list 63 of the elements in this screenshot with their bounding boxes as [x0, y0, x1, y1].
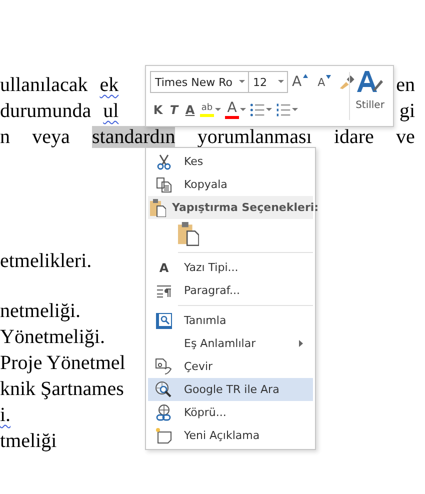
- highlight-button[interactable]: ab: [198, 99, 223, 121]
- underline-button[interactable]: A: [182, 99, 198, 121]
- translate-icon: [155, 358, 173, 376]
- menu-item[interactable]: Çevir: [148, 355, 313, 378]
- document-text: n: [0, 126, 10, 148]
- document-text: ek: [100, 74, 119, 96]
- menu-item[interactable]: Kopyala: [148, 173, 313, 196]
- caret-icon: [215, 108, 221, 112]
- menu-item[interactable]: Kes: [148, 150, 313, 173]
- menu-item[interactable]: A Yazı Tipi...: [148, 256, 313, 279]
- document-text: veya: [32, 126, 70, 148]
- clipboard-icon[interactable]: [178, 222, 199, 246]
- styles-button[interactable]: Stiller: [353, 66, 387, 126]
- menu-item[interactable]: Yeni Açıklama: [148, 424, 313, 447]
- menu-section-header: Yapıştırma Seçenekleri:: [171, 201, 319, 214]
- document-text: ve: [396, 126, 415, 148]
- menu-item[interactable]: Tanımla: [148, 309, 313, 332]
- document-text: ul: [103, 100, 119, 122]
- clipboard-icon: [150, 198, 166, 216]
- document-text: Yönetmeliği.: [0, 326, 105, 348]
- down-triangle-icon: [326, 75, 332, 79]
- document-text: netmeliği.: [0, 300, 81, 322]
- bullet-list-icon: [250, 103, 265, 117]
- caret-icon: [278, 80, 284, 84]
- document-text: durumunda: [0, 100, 92, 122]
- document-text: gi: [399, 100, 415, 122]
- menu-item[interactable]: Eş Anlamlılar: [148, 332, 313, 355]
- letter-a-icon: A: [159, 260, 169, 274]
- up-triangle-icon: [302, 74, 308, 78]
- caret-icon: [240, 108, 246, 112]
- caret-icon: [292, 108, 298, 112]
- styles-icon: [355, 70, 385, 94]
- book-search-icon: [156, 312, 172, 328]
- menu-item[interactable]: Paragraf...: [148, 279, 313, 302]
- document-text: tmeliği: [0, 430, 57, 452]
- scissors-icon: [156, 154, 172, 170]
- font-name-dropdown[interactable]: Times New Ro: [150, 71, 249, 93]
- document-text: etmelikleri.: [0, 250, 92, 272]
- document-text: Proje Yönetmel: [0, 352, 126, 374]
- document-text: yorumlanması: [197, 126, 312, 148]
- bold-button[interactable]: K: [150, 99, 166, 121]
- shrink-font-button[interactable]: A: [316, 71, 334, 93]
- new-note-icon: [155, 426, 173, 444]
- document-text: idare: [334, 126, 374, 148]
- caret-icon: [239, 80, 245, 84]
- font-size-dropdown[interactable]: 12: [248, 71, 288, 93]
- font-color-button[interactable]: A: [223, 99, 248, 121]
- italic-button[interactable]: T: [166, 99, 182, 121]
- copy-icon: [156, 176, 172, 192]
- menu-item[interactable]: Köprü...: [148, 401, 313, 424]
- numbered-list-icon: [276, 103, 291, 117]
- globe-link-icon: [155, 404, 173, 422]
- submenu-arrow-icon: [299, 340, 303, 347]
- document-text: i.: [0, 404, 11, 426]
- document-text: en: [396, 74, 415, 96]
- document-text: ullanılacak: [0, 74, 88, 96]
- document-text: knik Şartnames: [0, 378, 124, 400]
- menu-item[interactable]: Google TR ile Ara: [148, 378, 313, 401]
- document-text: standardın: [92, 126, 176, 148]
- globe-search-icon: [155, 380, 173, 398]
- paragraph-icon: [156, 284, 172, 298]
- grow-font-button[interactable]: A: [290, 71, 310, 93]
- caret-icon: [266, 108, 272, 112]
